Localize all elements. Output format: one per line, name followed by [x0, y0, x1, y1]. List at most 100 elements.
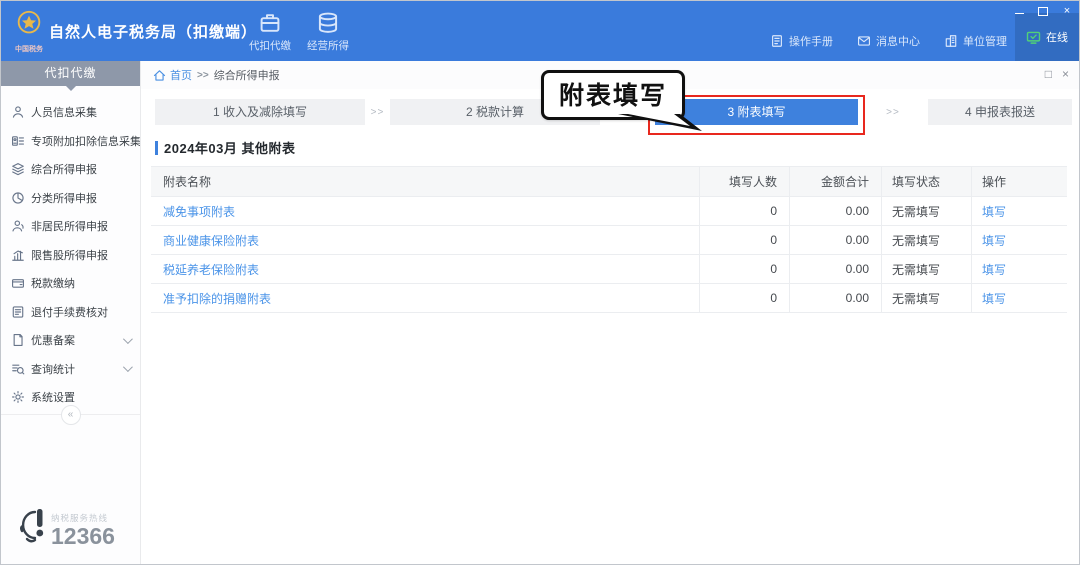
table-header-cell-3: 填写状态 [881, 167, 971, 196]
sidebar-item-label: 优惠备案 [31, 332, 75, 348]
top-nav-label: 经营所得 [307, 38, 349, 53]
util-label: 消息中心 [876, 33, 920, 49]
header-util-1[interactable]: 消息中心 [857, 33, 920, 49]
sidebar-item-1[interactable]: 专项附加扣除信息采集 [1, 127, 140, 156]
util-label: 单位管理 [963, 33, 1007, 49]
app-window: 中国税务 自然人电子税务局（扣缴端） 代扣代缴经营所得 操作手册消息中心单位管理… [0, 0, 1080, 565]
table-body: 减免事项附表00.00无需填写填写商业健康保险附表00.00无需填写填写税延养老… [151, 197, 1067, 313]
headset-hotline-icon [13, 506, 47, 548]
online-status-button[interactable]: 在线 [1015, 13, 1079, 61]
sidebar-item-label: 限售股所得申报 [31, 247, 108, 263]
sidebar-item-label: 税款缴纳 [31, 275, 75, 291]
panel-controls: □ × [1045, 67, 1069, 81]
table-row-1: 商业健康保险附表00.00无需填写填写 [151, 226, 1067, 255]
chevron-down-icon [123, 362, 133, 372]
table-cell-1: 0 [699, 255, 789, 283]
building-icon [944, 34, 958, 48]
briefcase-icon [258, 11, 282, 35]
sidebar-item-label: 系统设置 [31, 389, 75, 405]
hotline-block: 纳税服务热线 12366 [13, 506, 115, 548]
sidebar-item-label: 综合所得申报 [31, 161, 97, 177]
document-icon [11, 333, 25, 347]
table-cell-2: 0.00 [789, 197, 881, 225]
sidebar-item-2[interactable]: 综合所得申报 [1, 155, 140, 184]
step-separator: >> [858, 107, 928, 118]
sidebar-item-5[interactable]: 限售股所得申报 [1, 241, 140, 270]
bar-chart-icon [11, 248, 25, 262]
breadcrumb-home[interactable]: 首页 [170, 67, 192, 83]
maximize-icon[interactable] [1037, 6, 1049, 17]
manual-icon [770, 34, 784, 48]
sidebar-item-9[interactable]: 查询统计 [1, 355, 140, 384]
table-action-link[interactable]: 填写 [971, 284, 1067, 312]
sidebar-item-label: 分类所得申报 [31, 190, 97, 206]
header-util-2[interactable]: 单位管理 [944, 33, 1007, 49]
step-wrap-1: 1 收入及减除填写 [155, 99, 365, 125]
home-icon [153, 69, 166, 82]
sidebar-divider: « [1, 414, 140, 415]
sidebar-item-label: 非居民所得申报 [31, 218, 108, 234]
sidebar-collapse-button[interactable]: « [61, 405, 81, 425]
sidebar-item-6[interactable]: 税款缴纳 [1, 269, 140, 298]
sidebar-item-label: 人员信息采集 [31, 104, 97, 120]
table-header-cell-1: 填写人数 [699, 167, 789, 196]
id-list-icon [11, 134, 25, 148]
table-action-link[interactable]: 填写 [971, 226, 1067, 254]
sidebar-item-label: 查询统计 [31, 361, 75, 377]
close-icon[interactable]: × [1061, 6, 1073, 17]
table-header-cell-0: 附表名称 [151, 173, 699, 190]
gear-icon [11, 390, 25, 404]
layers-icon [11, 162, 25, 176]
app-title: 自然人电子税务局（扣缴端） [49, 21, 257, 42]
online-label: 在线 [1046, 29, 1068, 45]
sidebar-item-8[interactable]: 优惠备案 [1, 326, 140, 355]
sidebar-item-3[interactable]: 分类所得申报 [1, 184, 140, 213]
table-header-cell-4: 操作 [971, 167, 1067, 196]
sidebar-mode-header: 代扣代缴 [1, 61, 140, 86]
search-stats-icon [11, 362, 25, 376]
section-title-row: 2024年03月 其他附表 [155, 138, 1079, 157]
chevron-down-icon [123, 334, 133, 344]
sidebar: 代扣代缴 人员信息采集专项附加扣除信息采集综合所得申报分类所得申报非居民所得申报… [1, 61, 141, 564]
app-header: 中国税务 自然人电子税务局（扣缴端） 代扣代缴经营所得 操作手册消息中心单位管理… [1, 1, 1079, 61]
person-icon [11, 105, 25, 119]
top-nav-item-0[interactable]: 代扣代缴 [249, 11, 291, 53]
main-content: 首页 >> 综合所得申报 □ × 1 收入及减除填写>>2 税款计算>>3 附表… [141, 61, 1079, 564]
table-cell-3: 无需填写 [881, 197, 971, 225]
sidebar-item-0[interactable]: 人员信息采集 [1, 98, 140, 127]
step-tab-1[interactable]: 1 收入及减除填写 [155, 99, 365, 125]
callout-text: 附表填写 [559, 82, 667, 110]
hotline-number: 12366 [51, 524, 115, 548]
sidebar-menu: 人员信息采集专项附加扣除信息采集综合所得申报分类所得申报非居民所得申报限售股所得… [1, 98, 140, 412]
table-cell-1: 0 [699, 197, 789, 225]
header-util-0[interactable]: 操作手册 [770, 33, 833, 49]
minimize-icon[interactable] [1013, 6, 1025, 17]
table-name-link[interactable]: 减免事项附表 [151, 203, 699, 220]
section-title: 2024年03月 其他附表 [164, 138, 296, 157]
table-action-link[interactable]: 填写 [971, 197, 1067, 225]
util-label: 操作手册 [789, 33, 833, 49]
table-name-link[interactable]: 准予扣除的捐赠附表 [151, 290, 699, 307]
sidebar-item-label: 专项附加扣除信息采集 [31, 133, 140, 149]
monitor-check-icon [1026, 30, 1041, 45]
table-cell-3: 无需填写 [881, 284, 971, 312]
panel-restore-icon[interactable]: □ [1045, 67, 1052, 81]
sidebar-item-4[interactable]: 非居民所得申报 [1, 212, 140, 241]
receipt-icon [11, 305, 25, 319]
table-cell-2: 0.00 [789, 226, 881, 254]
table-name-link[interactable]: 商业健康保险附表 [151, 232, 699, 249]
panel-close-icon[interactable]: × [1062, 67, 1069, 81]
callout-tail [616, 114, 704, 133]
sidebar-item-label: 退付手续费核对 [31, 304, 108, 320]
sidebar-item-7[interactable]: 退付手续费核对 [1, 298, 140, 327]
table-action-link[interactable]: 填写 [971, 255, 1067, 283]
attachment-table: 附表名称填写人数金额合计填写状态操作 减免事项附表00.00无需填写填写商业健康… [151, 166, 1067, 313]
table-row-0: 减免事项附表00.00无需填写填写 [151, 197, 1067, 226]
table-header-row: 附表名称填写人数金额合计填写状态操作 [151, 167, 1067, 197]
top-nav-label: 代扣代缴 [249, 38, 291, 53]
step-tab-4[interactable]: 4 申报表报送 [928, 99, 1072, 125]
table-name-link[interactable]: 税延养老保险附表 [151, 261, 699, 278]
table-row-2: 税延养老保险附表00.00无需填写填写 [151, 255, 1067, 284]
top-nav-item-1[interactable]: 经营所得 [307, 11, 349, 53]
table-cell-1: 0 [699, 284, 789, 312]
